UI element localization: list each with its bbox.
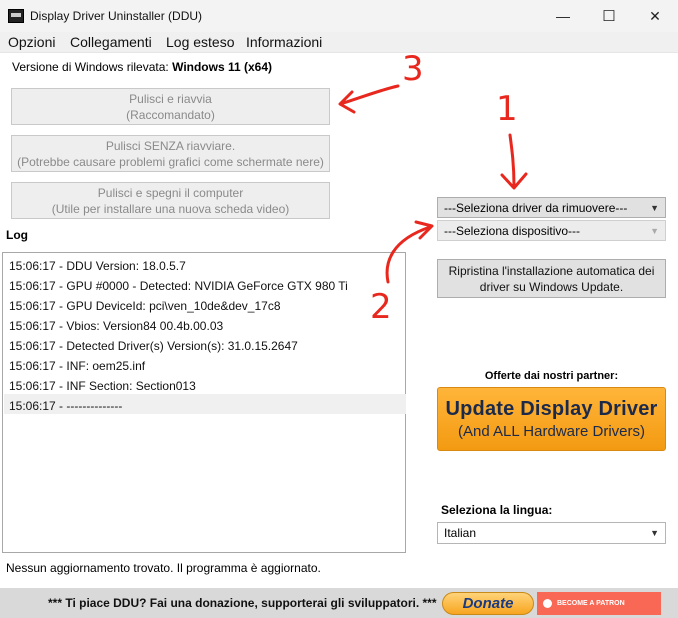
arrow-2-annotation	[385, 220, 434, 284]
arrow-1-annotation	[500, 133, 528, 190]
arrow-3-annotation	[338, 84, 400, 114]
annotation-overlay: 3 1 2	[338, 49, 528, 327]
annotation-2: 2	[370, 287, 392, 327]
annotation-3: 3	[402, 49, 424, 89]
annotation-1: 1	[496, 89, 518, 129]
